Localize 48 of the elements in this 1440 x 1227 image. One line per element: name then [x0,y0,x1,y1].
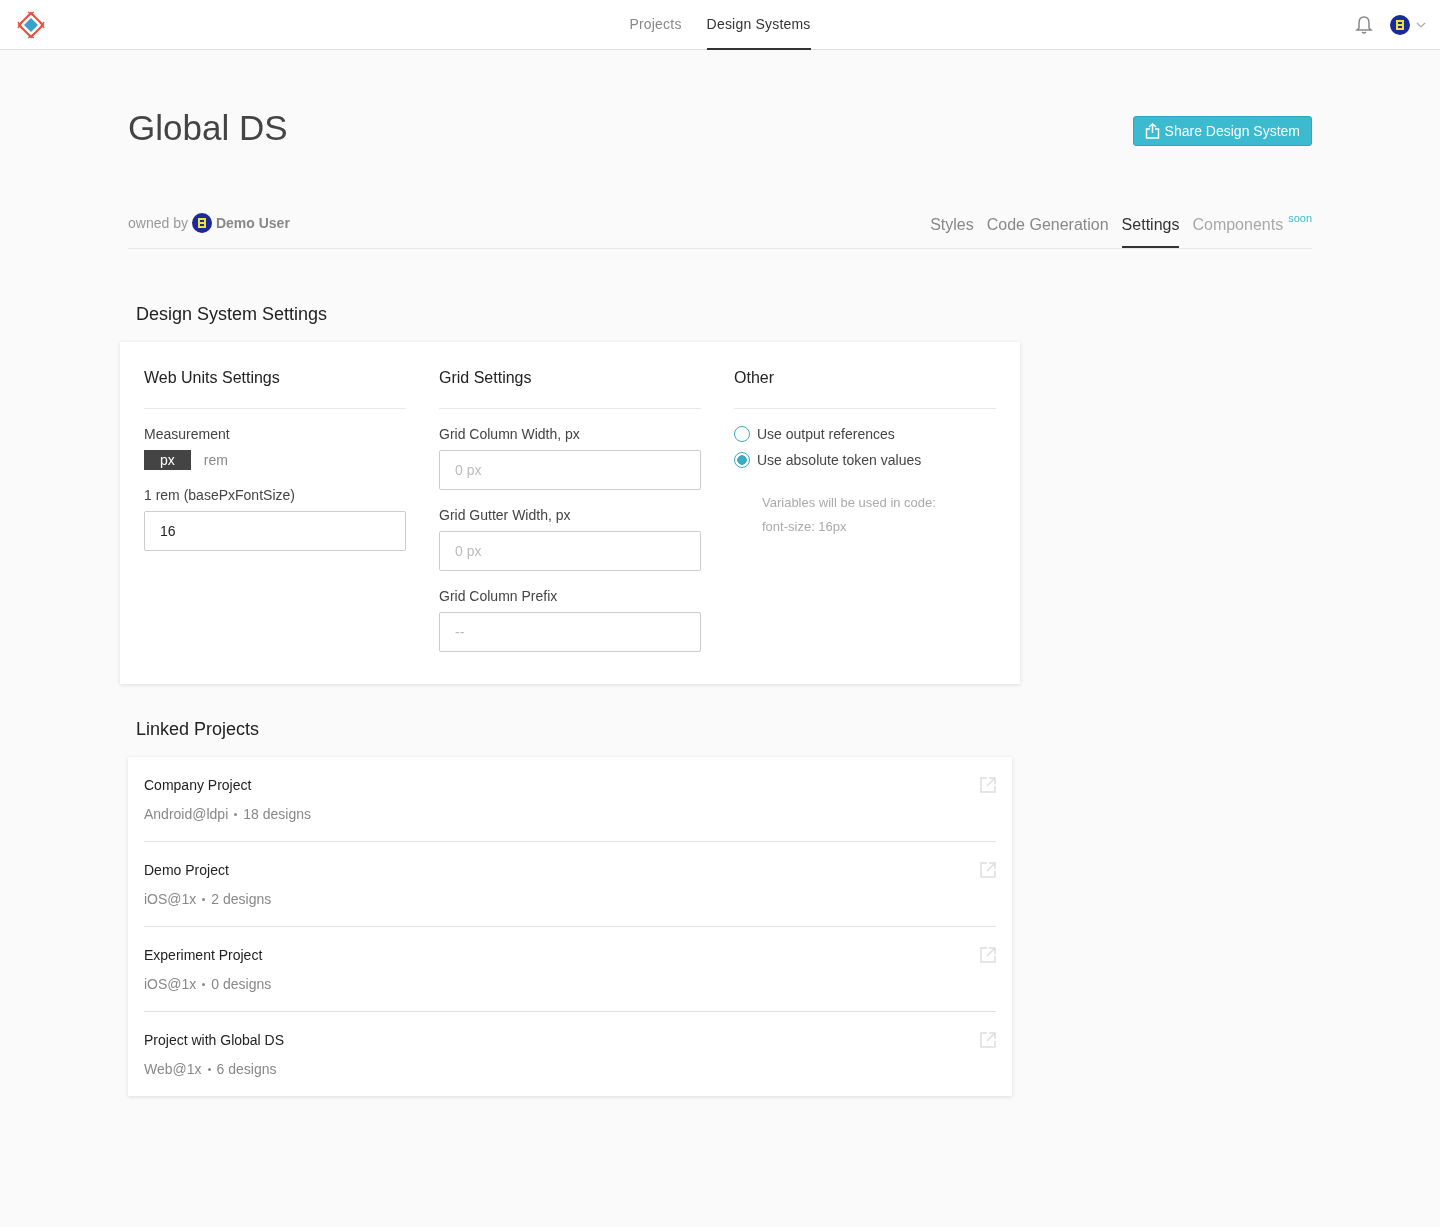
field-label: 1 rem (basePxFontSize) [144,487,296,503]
input-field[interactable]: 16 [144,511,406,551]
project-platform: iOS@1x [144,976,197,992]
external-link-icon[interactable] [980,777,996,793]
page-title: Global DS [128,108,288,148]
section-title: Linked Projects [136,718,261,740]
field-label: Grid Column Width, px [439,426,581,442]
external-link-icon[interactable] [980,862,996,878]
owner-label: owned by [128,215,188,231]
project-name[interactable]: Demo Project [144,862,229,878]
input-field[interactable]: -- [439,612,701,652]
share-icon [1144,123,1160,139]
field-label: Measurement [144,426,231,442]
external-link-icon[interactable] [980,1032,996,1048]
project-designs: 6 designs [216,1061,277,1077]
chevron-down-icon[interactable] [1416,22,1426,28]
input-field[interactable]: 0 px [439,450,701,490]
section-tab[interactable]: Settings [1121,216,1180,248]
project-designs: 0 designs [211,976,272,992]
column-title: Web Units Settings [144,366,406,409]
radio-button[interactable] [734,452,750,468]
nav-tab[interactable]: Projects [629,0,682,50]
hint-text: Variables will be used in code: [762,494,937,512]
field-label: Grid Column Prefix [439,588,559,604]
project-platform: iOS@1x [144,891,197,907]
avatar-icon [191,213,212,233]
section-title: Design System Settings [136,303,329,325]
option-label[interactable]: Use output references [757,426,895,442]
project-name[interactable]: Company Project [144,777,252,793]
project-designs: 2 designs [211,891,272,907]
column-title: Other [734,366,996,409]
bell-icon[interactable] [1354,15,1374,35]
field-label: Grid Gutter Width, px [439,507,572,523]
option-label[interactable]: Use absolute token values [757,452,922,468]
project-designs: 18 designs [243,806,311,822]
logo-icon[interactable] [16,10,46,40]
input-field[interactable]: 0 px [439,531,701,571]
project-name[interactable]: Experiment Project [144,947,263,963]
unit-toggle[interactable]: px [144,450,191,470]
external-link-icon[interactable] [980,947,996,963]
project-platform: Android@ldpi [144,806,229,822]
nav-tab[interactable]: Design Systems [706,0,811,50]
project-platform: Web@1x [144,1061,202,1077]
avatar-icon[interactable] [1390,15,1410,35]
project-name[interactable]: Project with Global DS [144,1032,285,1048]
column-title: Grid Settings [439,366,701,409]
hint-text: font-size: 16px [762,518,848,536]
unit-toggle[interactable]: rem [203,450,228,470]
